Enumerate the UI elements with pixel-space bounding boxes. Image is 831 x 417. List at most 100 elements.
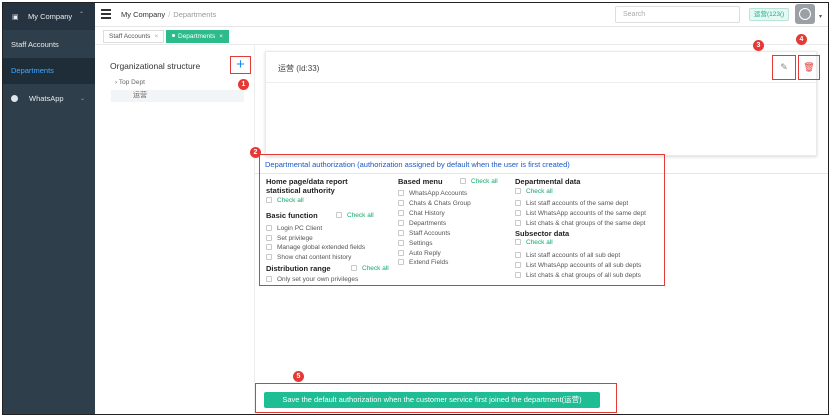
checkbox-item[interactable]: WhatsApp Accounts: [398, 190, 467, 197]
based-menu-title: Based menu: [398, 177, 443, 186]
checkbox-item[interactable]: Show chat content history: [266, 254, 351, 261]
checkbox[interactable]: [460, 178, 466, 184]
check-all-subsector[interactable]: Check all: [515, 239, 553, 246]
checkbox[interactable]: [351, 265, 357, 271]
checkbox-item[interactable]: Chats & Chats Group: [398, 200, 471, 207]
sidebar-item-whatsapp[interactable]: WhatsApp ⌄: [3, 86, 95, 112]
edit-button[interactable]: ✎: [772, 55, 796, 80]
checkbox-item[interactable]: List chats & chat groups of the same dep…: [515, 220, 646, 227]
checkbox[interactable]: [398, 240, 404, 246]
check-all-home[interactable]: Check all: [266, 197, 304, 204]
tree-node-label: Top Dept: [118, 79, 145, 86]
checkbox-item[interactable]: Set privilege: [266, 235, 313, 242]
checkbox[interactable]: [266, 225, 272, 231]
top-bar: My Company / Departments Search 运营(123() ▾: [95, 3, 828, 27]
tree-node-root[interactable]: › Top Dept: [115, 79, 145, 86]
basic-function-title: Basic function: [266, 211, 318, 220]
delete-button[interactable]: 🗑: [798, 55, 820, 80]
checkbox[interactable]: [398, 190, 404, 196]
department-detail-card: 运营 (Id:33) ✎ 🗑: [265, 51, 820, 156]
checkbox[interactable]: [266, 276, 272, 282]
check-all-dept[interactable]: Check all: [515, 188, 553, 195]
tab-label: Staff Accounts: [109, 33, 151, 40]
checkbox[interactable]: [336, 212, 342, 218]
checkbox-label: Chats & Chats Group: [409, 200, 471, 207]
checkbox[interactable]: [515, 188, 521, 194]
checkbox-label: WhatsApp Accounts: [409, 190, 468, 197]
tab-staff-accounts[interactable]: Staff Accounts ×: [103, 30, 165, 43]
save-default-authorization-button[interactable]: Save the default authorization when the …: [264, 392, 600, 408]
checkbox-label: List WhatsApp accounts of all sub depts: [526, 262, 642, 269]
checkbox-item[interactable]: Departments: [398, 220, 446, 227]
checkbox-label: List chats & chat groups of all sub dept…: [526, 272, 641, 279]
checkbox[interactable]: [398, 200, 404, 206]
checkbox-item[interactable]: Manage global extended fields: [266, 244, 365, 251]
checkbox-item[interactable]: Chat History: [398, 210, 445, 217]
close-icon[interactable]: ×: [154, 33, 158, 40]
checkbox-item[interactable]: Staff Accounts: [398, 230, 450, 237]
annotation-marker: 3: [753, 40, 764, 51]
avatar[interactable]: [795, 4, 815, 24]
sidebar-item-staff-accounts[interactable]: Staff Accounts: [3, 32, 95, 58]
tab-departments[interactable]: Departments ×: [166, 30, 230, 43]
checkbox-item[interactable]: List staff accounts of all sub dept: [515, 252, 620, 259]
annotation-marker: 1: [238, 79, 249, 90]
checkbox-label: Login PC Client: [277, 225, 323, 232]
subsector-data-title: Subsector data: [515, 229, 570, 238]
checkbox-label: Staff Accounts: [409, 230, 451, 237]
checkbox[interactable]: [515, 239, 521, 245]
checkbox-label: List chats & chat groups of the same dep…: [526, 220, 646, 227]
sidebar-item-departments[interactable]: Departments: [3, 58, 95, 84]
checkbox-label: Show chat content history: [277, 254, 352, 261]
distribution-range-title: Distribution range: [266, 264, 331, 273]
caret-down-icon[interactable]: ▾: [819, 13, 822, 20]
breadcrumb-item[interactable]: My Company: [121, 10, 165, 19]
checkbox[interactable]: [398, 259, 404, 265]
checkbox[interactable]: [515, 220, 521, 226]
check-all-menu[interactable]: Check all: [460, 178, 498, 185]
checkbox[interactable]: [515, 210, 521, 216]
checkbox-item[interactable]: List WhatsApp accounts of all sub depts: [515, 262, 641, 269]
checkbox[interactable]: [515, 262, 521, 268]
check-all-basic[interactable]: Check all: [336, 212, 374, 219]
checkbox[interactable]: [398, 250, 404, 256]
checkbox[interactable]: [515, 272, 521, 278]
checkbox-item[interactable]: Only set your own privileges: [266, 276, 358, 283]
sidebar-company-header[interactable]: ▣ My Company ⌃: [3, 3, 95, 30]
checkbox[interactable]: [515, 252, 521, 258]
checkbox[interactable]: [398, 230, 404, 236]
hamburger-menu-icon[interactable]: [101, 9, 111, 19]
checkbox-label: Manage global extended fields: [277, 244, 366, 251]
checkbox[interactable]: [515, 200, 521, 206]
checkbox-label: Departments: [409, 220, 447, 227]
app-window: ▣ My Company ⌃ Staff Accounts Department…: [2, 2, 829, 415]
check-all-distribution[interactable]: Check all: [351, 265, 389, 272]
card-header: 运营 (Id:33) ✎ 🗑: [266, 52, 820, 83]
checkbox[interactable]: [266, 197, 272, 203]
checkbox-item[interactable]: List WhatsApp accounts of the same dept: [515, 210, 646, 217]
checkbox[interactable]: [266, 235, 272, 241]
search-input[interactable]: Search: [615, 6, 740, 23]
checkbox-item[interactable]: List staff accounts of the same dept: [515, 200, 628, 207]
annotation-marker: 4: [796, 34, 807, 45]
checkbox-item[interactable]: List chats & chat groups of all sub dept…: [515, 272, 641, 279]
checkbox[interactable]: [398, 220, 404, 226]
sidebar-item-label: Departments: [11, 66, 54, 75]
checkbox[interactable]: [266, 254, 272, 260]
checkbox-label: Auto Reply: [409, 250, 441, 257]
checkbox-item[interactable]: Settings: [398, 240, 433, 247]
checkbox-label: List WhatsApp accounts of the same dept: [526, 210, 646, 217]
save-highlight: Save the default authorization when the …: [255, 383, 617, 413]
checkbox[interactable]: [398, 210, 404, 216]
org-tree-panel: Organizational structure + › Top Dept 运营: [95, 45, 255, 414]
annotation-marker: 5: [293, 371, 304, 382]
checkbox-item[interactable]: Login PC Client: [266, 225, 322, 232]
checkbox-item[interactable]: Auto Reply: [398, 250, 441, 257]
checkbox[interactable]: [266, 244, 272, 250]
add-department-button[interactable]: +: [230, 56, 251, 74]
checkbox-item[interactable]: Extend Fields: [398, 259, 448, 266]
close-icon[interactable]: ×: [219, 33, 223, 40]
checkbox-label: Only set your own privileges: [277, 276, 359, 283]
departmental-authorization-section: Departmental authorization (authorizatio…: [259, 154, 665, 286]
tree-node-selected[interactable]: 运营: [111, 90, 244, 102]
